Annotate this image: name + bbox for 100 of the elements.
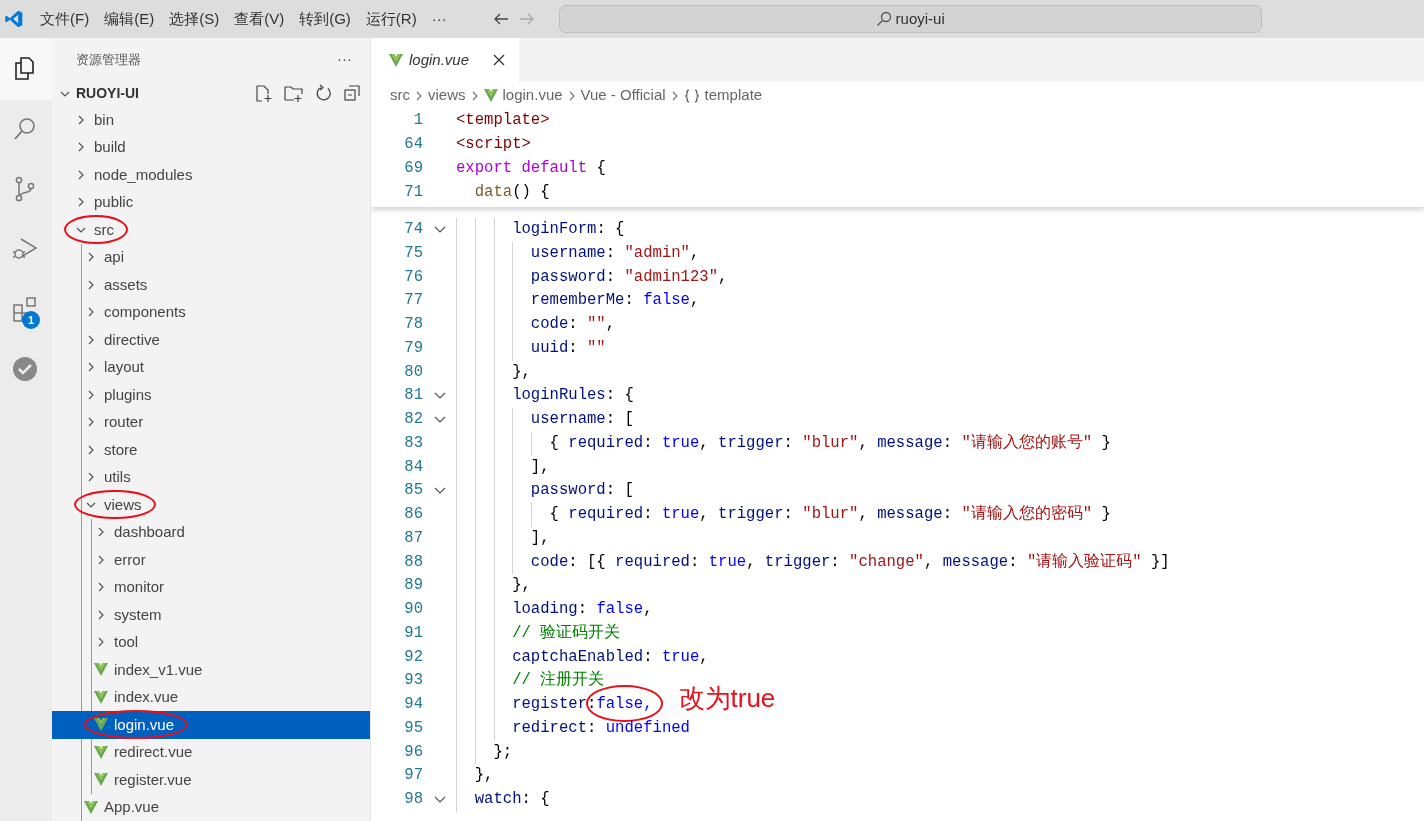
tree-row[interactable]: components <box>52 298 370 326</box>
line-number: 95 <box>403 717 423 739</box>
breadcrumb-item[interactable]: Vue - Official <box>580 84 666 107</box>
tree-row[interactable]: dashboard <box>52 518 370 546</box>
code-line: { required: true, trigger: "blur", message: "请输入您的密码" } <box>548 503 1111 526</box>
tree-row[interactable]: src <box>52 216 370 244</box>
tree-row[interactable]: layout <box>52 353 370 381</box>
tree-row[interactable]: api <box>52 243 370 271</box>
tree-row[interactable]: index_v1.vue <box>52 656 370 684</box>
tree-row[interactable]: node_modules <box>52 161 370 189</box>
line-number: 92 <box>403 646 423 668</box>
line-number: 94 <box>403 694 423 716</box>
fold-chevron-icon[interactable] <box>433 794 446 805</box>
menu-item[interactable]: 编辑(E) <box>103 7 156 31</box>
tree-item-label: App.vue <box>104 797 160 817</box>
code-line: loginForm: { <box>511 219 625 241</box>
menu-item[interactable]: 转到(G) <box>298 7 352 31</box>
tree-row[interactable]: build <box>52 133 370 161</box>
root-folder-label[interactable]: RUOYI-UI <box>76 83 139 105</box>
menu-item[interactable]: 选择(S) <box>168 7 221 31</box>
more-actions-button[interactable]: ··· <box>337 48 352 71</box>
chevron-right-icon[interactable] <box>76 197 86 208</box>
fold-chevron-icon[interactable] <box>433 224 446 235</box>
tree-row[interactable]: error <box>52 546 370 574</box>
line-number: 93 <box>403 670 423 692</box>
line-number: 79 <box>403 337 423 359</box>
tree-row[interactable]: index.vue <box>52 683 370 711</box>
menu-item[interactable]: 运行(R) <box>364 7 418 31</box>
tree-item-label: store <box>104 439 138 460</box>
tree-row[interactable]: system <box>52 601 370 629</box>
menu-item[interactable]: 文件(F) <box>39 7 91 31</box>
tree-item-label: directive <box>104 329 160 350</box>
chevron-right-icon[interactable] <box>76 142 86 153</box>
line-number: 88 <box>403 551 423 573</box>
tree-row[interactable]: register.vue <box>52 766 370 794</box>
tree-row[interactable]: router <box>52 408 370 436</box>
chevron-right-icon[interactable] <box>86 279 96 290</box>
chevron-right-icon[interactable] <box>86 307 96 318</box>
chevron-right-icon <box>415 89 423 102</box>
tree-row[interactable]: monitor <box>52 573 370 601</box>
chevron-right-icon[interactable] <box>96 637 106 648</box>
vue-file-icon <box>94 663 108 677</box>
chevron-right-icon[interactable] <box>86 472 96 483</box>
fold-chevron-icon[interactable] <box>433 414 446 425</box>
tree-row[interactable]: redirect.vue <box>52 738 370 766</box>
tree-row[interactable]: directive <box>52 326 370 354</box>
tree-row[interactable]: App.vue <box>52 793 370 821</box>
collapse-all-icon[interactable] <box>343 84 362 104</box>
vue-file-icon <box>389 53 403 67</box>
refresh-icon[interactable] <box>314 84 333 104</box>
tree-row[interactable]: store <box>52 436 370 464</box>
code-line: captchaEnabled: true, <box>511 646 709 668</box>
menu-item[interactable]: ··· <box>430 7 448 31</box>
chevron-right-icon[interactable] <box>86 334 96 345</box>
breadcrumb-item[interactable]: src <box>390 84 410 107</box>
chevron-right-icon[interactable] <box>96 554 106 565</box>
tree-row[interactable]: views <box>52 491 370 519</box>
editor-tab[interactable]: login.vue <box>371 38 519 82</box>
chevron-right-icon[interactable] <box>86 444 96 455</box>
chevron-right-icon[interactable] <box>86 252 96 263</box>
code-line: username: [ <box>529 409 634 431</box>
tree-row[interactable]: public <box>52 188 370 216</box>
chevron-right-icon[interactable] <box>96 527 106 538</box>
tree-row[interactable]: utils <box>52 463 370 491</box>
breadcrumb-item[interactable]: template <box>704 84 763 107</box>
close-icon[interactable] <box>493 54 506 66</box>
chevron-right-icon[interactable] <box>96 582 106 593</box>
chevron-right-icon[interactable] <box>86 417 96 428</box>
tree-item-label: login.vue <box>114 714 175 735</box>
code-line: uuid: "" <box>529 337 606 359</box>
code-line: ], <box>529 456 550 478</box>
chevron-right-icon[interactable] <box>76 114 86 125</box>
line-number: 71 <box>403 182 423 204</box>
command-center[interactable]: ruoyi-ui <box>558 5 1262 33</box>
code-line: ], <box>529 527 550 549</box>
tree-item-label: tool <box>114 632 139 652</box>
check-circle-icon[interactable] <box>12 356 40 384</box>
tree-row[interactable]: tool <box>52 628 370 656</box>
tree-item-label: assets <box>104 274 148 295</box>
code-line: }, <box>511 575 531 597</box>
code-line: register:false, <box>456 693 653 717</box>
chevron-right-icon[interactable] <box>96 609 106 620</box>
tree-row[interactable]: bin <box>52 106 370 134</box>
tree-item-label: utils <box>104 467 131 487</box>
breadcrumb-item[interactable]: login.vue <box>502 84 563 107</box>
chevron-right-icon[interactable] <box>76 169 86 180</box>
menu-item[interactable]: 查看(V) <box>233 7 286 31</box>
back-arrow-icon[interactable] <box>492 11 509 27</box>
tree-row[interactable]: assets <box>52 271 370 299</box>
chevron-right-icon[interactable] <box>86 362 96 373</box>
breadcrumb-item[interactable]: views <box>428 84 466 107</box>
new-file-icon[interactable] <box>254 84 273 104</box>
code-line: <script> <box>456 134 531 156</box>
tree-item-label: components <box>104 302 186 322</box>
tree-row[interactable]: plugins <box>52 381 370 409</box>
chevron-right-icon[interactable] <box>86 389 96 400</box>
tree-item-label: node_modules <box>94 164 193 185</box>
new-folder-icon[interactable] <box>283 84 304 104</box>
tree-row[interactable]: login.vue <box>52 711 370 739</box>
code-line: loading: false, <box>511 599 653 621</box>
